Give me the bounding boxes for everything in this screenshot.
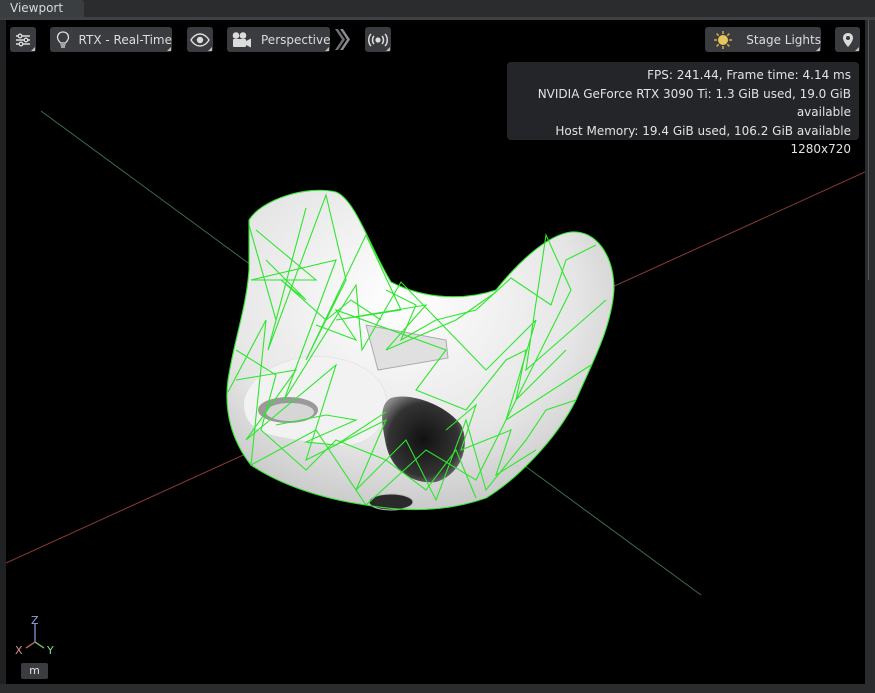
broadcast-button[interactable]	[365, 27, 391, 52]
sun-icon	[711, 30, 734, 50]
tab-bar: Viewport	[0, 0, 875, 17]
stats-overlay: FPS: 241.44, Frame time: 4.14 ms NVIDIA …	[507, 62, 859, 156]
mesh-model	[226, 190, 615, 511]
gizmo-y-label: Y	[46, 644, 54, 657]
units-button[interactable]: m	[21, 663, 48, 679]
viewport-canvas[interactable]: RTX - Real-Time Perspective Stage Lights…	[6, 20, 865, 684]
settings-button[interactable]	[10, 27, 36, 52]
camera-button[interactable]: Perspective	[227, 27, 331, 52]
axis-gizmo: Z X Y	[14, 614, 64, 662]
double-chevron-right-icon[interactable]	[334, 27, 350, 52]
gizmo-x-label: X	[15, 644, 23, 657]
render-mode-label: RTX - Real-Time	[78, 32, 172, 47]
stage-lights-button[interactable]: Stage Lights	[705, 27, 821, 52]
stage-lights-label: Stage Lights	[746, 32, 821, 47]
camera-icon	[231, 31, 253, 49]
viewport-right-edge	[865, 20, 875, 684]
host-memory-line: Host Memory: 19.4 GiB used, 106.2 GiB av…	[555, 123, 851, 138]
camera-label: Perspective	[261, 32, 331, 47]
visibility-button[interactable]	[187, 27, 213, 52]
gpu-memory-line: NVIDIA GeForce RTX 3090 Ti: 1.3 GiB used…	[537, 86, 851, 120]
lightbulb-icon	[54, 30, 73, 49]
sliders-icon	[15, 33, 31, 47]
pin-button[interactable]	[835, 27, 860, 52]
map-pin-icon	[842, 32, 854, 48]
eye-icon	[190, 32, 210, 47]
tab-viewport[interactable]: Viewport	[0, 0, 84, 17]
fps-line: FPS: 241.44, Frame time: 4.14 ms	[647, 68, 851, 82]
render-mode-button[interactable]: RTX - Real-Time	[50, 27, 172, 52]
viewport-bottom-edge	[0, 684, 875, 693]
gizmo-z-label: Z	[31, 616, 39, 627]
broadcast-icon	[367, 32, 389, 47]
resolution-line: 1280x720	[790, 142, 851, 156]
scrollbar-track[interactable]	[868, 20, 869, 280]
